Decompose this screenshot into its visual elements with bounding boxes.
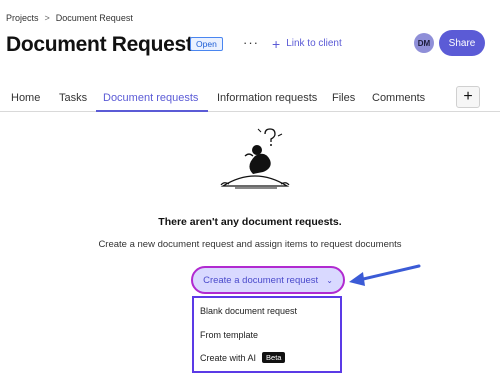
- menu-item-label: From template: [200, 330, 259, 340]
- breadcrumb: Projects > Document Request: [6, 13, 133, 23]
- menu-item-label: Blank document request: [200, 306, 298, 316]
- annotation-arrow-icon: [349, 264, 421, 286]
- beta-badge: Beta: [262, 352, 286, 363]
- avatar[interactable]: DM: [414, 33, 434, 53]
- plus-icon: +: [272, 35, 281, 52]
- tab-bar: Home Tasks Document requests Information…: [0, 86, 500, 112]
- chevron-down-icon: ⌄: [326, 275, 333, 285]
- share-button[interactable]: Share: [439, 30, 485, 56]
- breadcrumb-projects-link[interactable]: Projects: [6, 13, 39, 23]
- tab-home[interactable]: Home: [11, 92, 40, 104]
- tab-document-requests[interactable]: Document requests: [103, 92, 198, 104]
- tab-comments[interactable]: Comments: [372, 92, 425, 104]
- empty-state-title: There aren't any document requests.: [158, 216, 342, 228]
- page-title: Document Request: [6, 33, 193, 56]
- menu-item-create-with-ai[interactable]: Create with AI Beta: [200, 352, 286, 363]
- empty-state-description: Create a new document request and assign…: [98, 239, 402, 250]
- breadcrumb-separator: >: [44, 13, 50, 23]
- link-to-client-label: Link to client: [286, 38, 342, 49]
- breadcrumb-current: Document Request: [55, 13, 133, 23]
- create-request-dropdown-menu: Blank document request From template Cre…: [192, 296, 342, 373]
- status-badge[interactable]: Open: [190, 37, 223, 51]
- active-tab-indicator: [96, 110, 208, 112]
- add-tab-button[interactable]: +: [456, 86, 480, 108]
- more-options-icon[interactable]: ···: [243, 35, 259, 50]
- empty-state-illustration: [220, 128, 290, 189]
- menu-item-from-template[interactable]: From template: [200, 330, 258, 340]
- menu-item-label: Create with AI: [200, 352, 257, 363]
- tab-files[interactable]: Files: [332, 92, 355, 104]
- tab-tasks[interactable]: Tasks: [59, 92, 87, 104]
- create-document-request-label: Create a document request: [203, 274, 319, 286]
- tab-information-requests[interactable]: Information requests: [217, 92, 317, 104]
- link-to-client-button[interactable]: + Link to client: [272, 35, 342, 52]
- menu-item-blank-document-request[interactable]: Blank document request: [200, 306, 297, 316]
- create-document-request-button[interactable]: Create a document request ⌄: [191, 266, 345, 294]
